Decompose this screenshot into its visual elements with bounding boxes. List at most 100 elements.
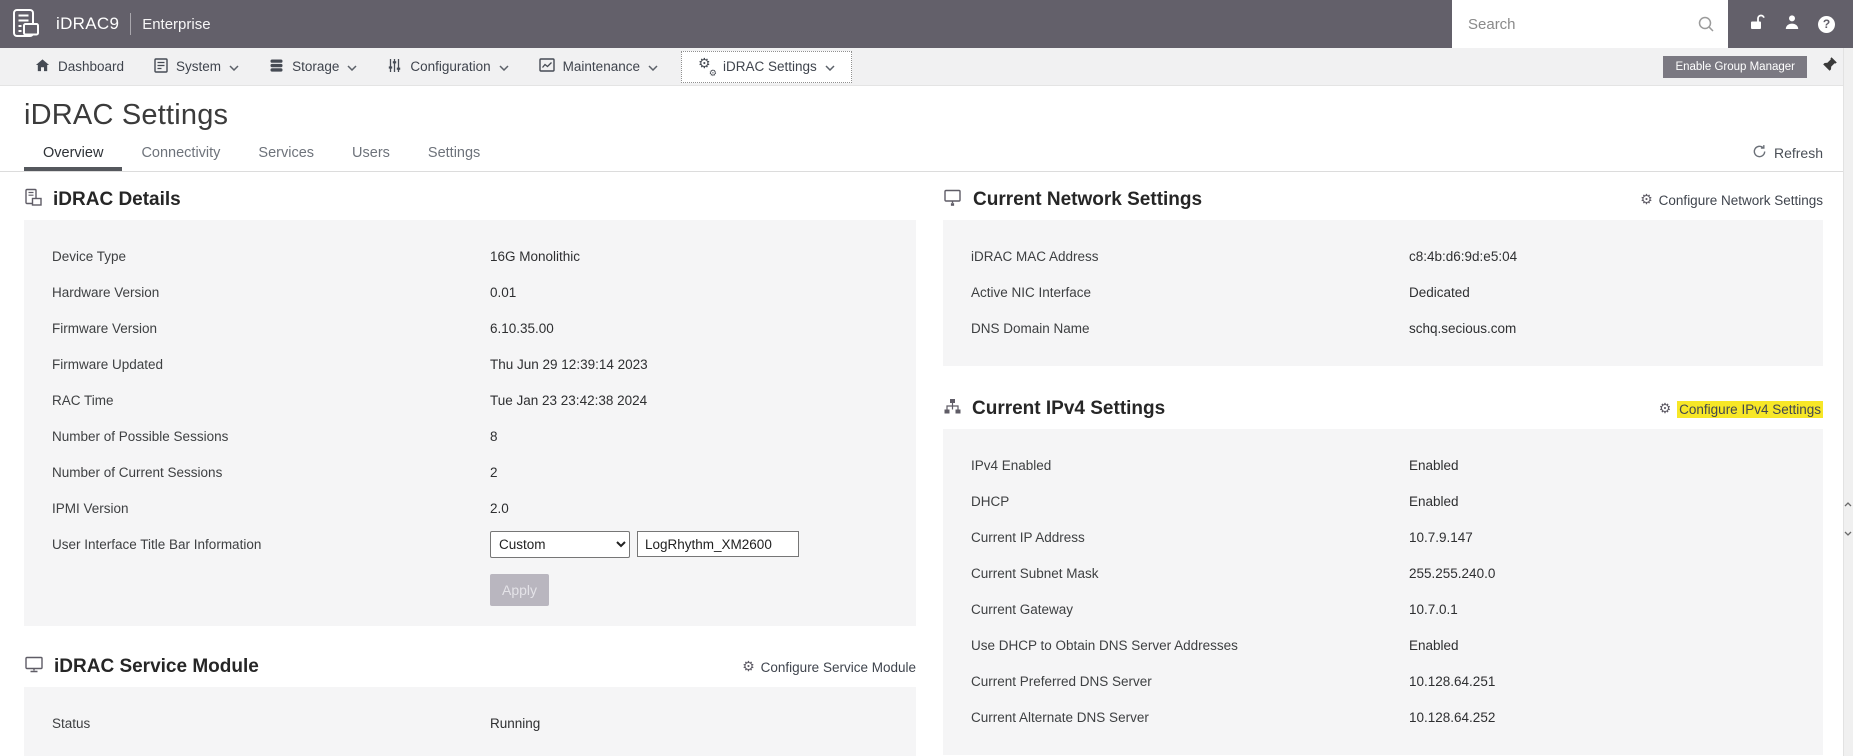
detail-row: Current Subnet Mask 255.255.240.0: [971, 555, 1823, 591]
service-module-card: iDRAC Service Module ⚙ Configure Service…: [24, 652, 916, 756]
detail-label: IPv4 Enabled: [971, 457, 1052, 473]
search-icon[interactable]: [1697, 15, 1715, 38]
detail-row: Device Type 16G Monolithic: [52, 238, 916, 274]
detail-row: Number of Possible Sessions 8: [52, 418, 916, 454]
apply-button[interactable]: Apply: [490, 574, 549, 606]
detail-row: Firmware Version 6.10.35.00: [52, 310, 916, 346]
chevron-down-icon: [499, 59, 509, 74]
detail-label: Current Subnet Mask: [971, 565, 1099, 581]
detail-row: DNS Domain Name schq.secious.com: [971, 310, 1823, 346]
idrac-details-card: iDRAC Details Device Type 16G Monolithic …: [24, 185, 916, 626]
detail-value: Dedicated: [1409, 284, 1470, 300]
tab-overview[interactable]: Overview: [24, 137, 122, 171]
system-icon: [154, 57, 168, 76]
chevron-down-icon: [347, 59, 357, 74]
scroll-control[interactable]: [1843, 494, 1853, 541]
tab-connectivity[interactable]: Connectivity: [122, 137, 239, 171]
detail-row: IPv4 Enabled Enabled: [971, 447, 1823, 483]
detail-value: 255.255.240.0: [1409, 565, 1496, 581]
detail-value: Tue Jan 23 23:42:38 2024: [490, 392, 648, 408]
detail-row: Use DHCP to Obtain DNS Server Addresses E…: [971, 627, 1823, 663]
nav-item-system[interactable]: System: [139, 48, 254, 85]
detail-label: Current Preferred DNS Server: [971, 673, 1152, 689]
detail-value: 2: [490, 464, 498, 480]
user-icon[interactable]: [1784, 14, 1800, 35]
topbar-icon-strip: ?: [1728, 13, 1853, 36]
detail-row: IPMI Version 2.0: [52, 490, 916, 526]
page-scrollbar[interactable]: [1843, 48, 1853, 756]
detail-label: iDRAC MAC Address: [971, 248, 1099, 264]
detail-label: DNS Domain Name: [971, 320, 1090, 336]
help-icon[interactable]: ?: [1818, 15, 1835, 33]
nav-item-idrac-settings[interactable]: ⚙ ⚙ iDRAC Settings: [680, 50, 852, 83]
detail-value: c8:4b:d6:9d:e5:04: [1409, 248, 1518, 264]
home-icon: [35, 58, 50, 76]
titlebar-mode-select[interactable]: Custom: [490, 530, 630, 558]
refresh-button[interactable]: Refresh: [1752, 144, 1823, 171]
configuration-icon: [387, 58, 402, 76]
detail-row: Current IP Address 10.7.9.147: [971, 519, 1823, 555]
idrac-settings-icon: ⚙ ⚙: [697, 55, 717, 79]
detail-value: Enabled: [1409, 457, 1459, 473]
detail-label: Number of Possible Sessions: [52, 428, 229, 444]
section-title-network-settings: Current Network Settings: [973, 189, 1203, 210]
tab-users[interactable]: Users: [333, 137, 409, 171]
brand-edition: Enterprise: [142, 15, 211, 33]
monitor-icon: [24, 656, 44, 678]
brand-title: iDRAC9: [56, 14, 120, 33]
detail-row: Firmware Updated Thu Jun 29 12:39:14 2023: [52, 346, 916, 382]
detail-label: Number of Current Sessions: [52, 464, 223, 480]
detail-label: DHCP: [971, 493, 1010, 509]
detail-label: Device Type: [52, 248, 127, 264]
titlebar-text-input[interactable]: [637, 531, 799, 557]
section-title-ipv4-settings: Current IPv4 Settings: [972, 398, 1166, 419]
detail-row: iDRAC MAC Address c8:4b:d6:9d:e5:04: [971, 238, 1823, 274]
detail-value: Enabled: [1409, 637, 1459, 653]
tab-bar: Overview Connectivity Services Users Set…: [0, 137, 1853, 172]
nav-item-storage[interactable]: Storage: [254, 48, 372, 85]
configure-ipv4-settings-link[interactable]: ⚙ Configure IPv4 Settings: [1659, 400, 1823, 418]
detail-row: Status Running: [52, 705, 916, 741]
detail-value: 10.7.0.1: [1409, 601, 1458, 617]
gear-icon: ⚙: [1640, 192, 1653, 208]
detail-value: Enabled: [1409, 493, 1459, 509]
detail-label: Hardware Version: [52, 284, 160, 300]
storage-icon: [269, 58, 284, 76]
detail-row: Number of Current Sessions 2: [52, 454, 916, 490]
nav-item-configuration[interactable]: Configuration: [372, 48, 523, 85]
detail-label: IPMI Version: [52, 500, 129, 516]
detail-value: 8: [490, 428, 498, 444]
configure-service-module-link[interactable]: ⚙ Configure Service Module: [742, 659, 916, 675]
detail-label: Status: [52, 715, 91, 731]
main-nav: Dashboard System Storage Configuration M…: [0, 48, 1853, 86]
title-bar-info-row: User Interface Title Bar Information Cus…: [52, 526, 916, 562]
pin-icon[interactable]: [1822, 56, 1838, 77]
top-bar: iDRAC9 Enterprise ?: [0, 0, 1853, 48]
chevron-down-icon: [825, 59, 835, 74]
section-title-service-module: iDRAC Service Module: [54, 656, 259, 677]
tab-services[interactable]: Services: [239, 137, 333, 171]
detail-label: Use DHCP to Obtain DNS Server Addresses: [971, 637, 1238, 653]
network-monitor-icon: [943, 189, 963, 212]
detail-label: Active NIC Interface: [971, 284, 1092, 300]
brand-divider: [130, 13, 132, 35]
detail-value: 16G Monolithic: [490, 248, 581, 264]
detail-value: 2.0: [490, 500, 509, 516]
scroll-down-icon[interactable]: [1844, 523, 1852, 541]
configure-network-settings-link[interactable]: ⚙ Configure Network Settings: [1640, 192, 1823, 208]
detail-value: schq.secious.com: [1409, 320, 1517, 336]
tab-settings[interactable]: Settings: [409, 137, 499, 171]
nav-item-dashboard[interactable]: Dashboard: [20, 48, 139, 85]
detail-value: 6.10.35.00: [490, 320, 554, 336]
detail-value: 10.128.64.251: [1409, 673, 1496, 689]
detail-row: Hardware Version 0.01: [52, 274, 916, 310]
detail-value: Thu Jun 29 12:39:14 2023: [490, 356, 648, 372]
detail-value: 10.7.9.147: [1409, 529, 1473, 545]
search-input[interactable]: [1452, 0, 1728, 48]
lock-icon[interactable]: [1748, 13, 1766, 36]
nav-item-maintenance[interactable]: Maintenance: [524, 48, 673, 85]
refresh-icon: [1752, 144, 1767, 162]
scroll-up-icon[interactable]: [1844, 494, 1852, 512]
detail-row: Current Alternate DNS Server 10.128.64.25…: [971, 699, 1823, 735]
enable-group-manager-button[interactable]: Enable Group Manager: [1663, 55, 1807, 78]
